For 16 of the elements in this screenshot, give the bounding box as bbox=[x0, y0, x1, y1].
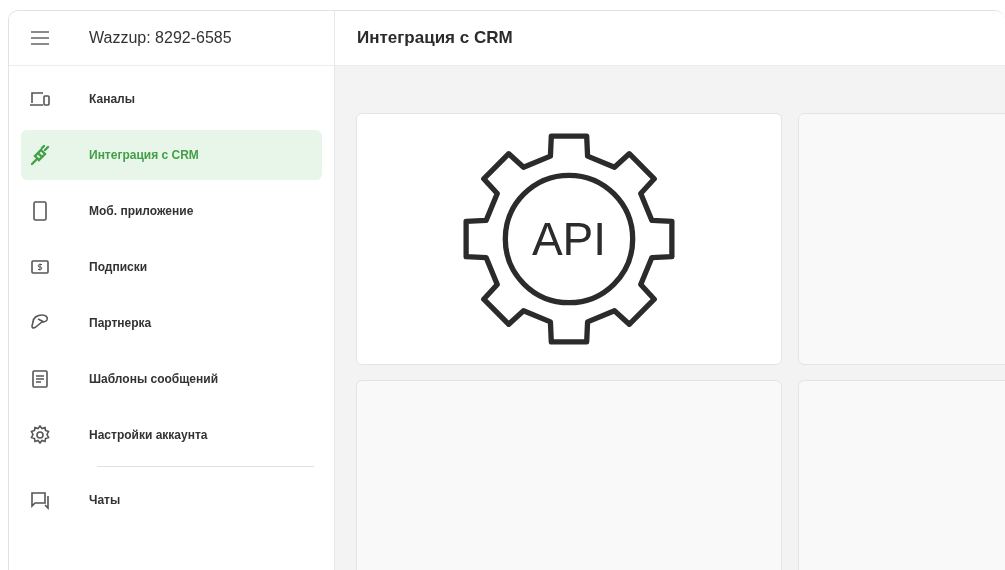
sidebar-item[interactable]: Каналы bbox=[21, 74, 322, 124]
integration-card[interactable]: API bbox=[356, 113, 782, 365]
document-icon bbox=[29, 368, 51, 390]
sidebar-item[interactable]: Партнерка bbox=[21, 298, 322, 348]
api-label: API bbox=[531, 212, 607, 266]
plug-icon bbox=[29, 144, 51, 166]
sidebar-item[interactable]: Чаты bbox=[21, 475, 322, 525]
account-name: Wazzup: 8292-6585 bbox=[89, 29, 232, 47]
page-title: Интеграция с CRM bbox=[357, 28, 513, 48]
sidebar-item[interactable]: Настройки аккаунта bbox=[21, 410, 322, 460]
settings-icon bbox=[29, 424, 51, 446]
sidebar-item[interactable]: Моб. приложение bbox=[21, 186, 322, 236]
sidebar-item[interactable]: Подписки bbox=[21, 242, 322, 292]
chat-icon bbox=[29, 489, 51, 511]
menu-icon[interactable] bbox=[31, 31, 49, 45]
sidebar-item[interactable]: Шаблоны сообщений bbox=[21, 354, 322, 404]
